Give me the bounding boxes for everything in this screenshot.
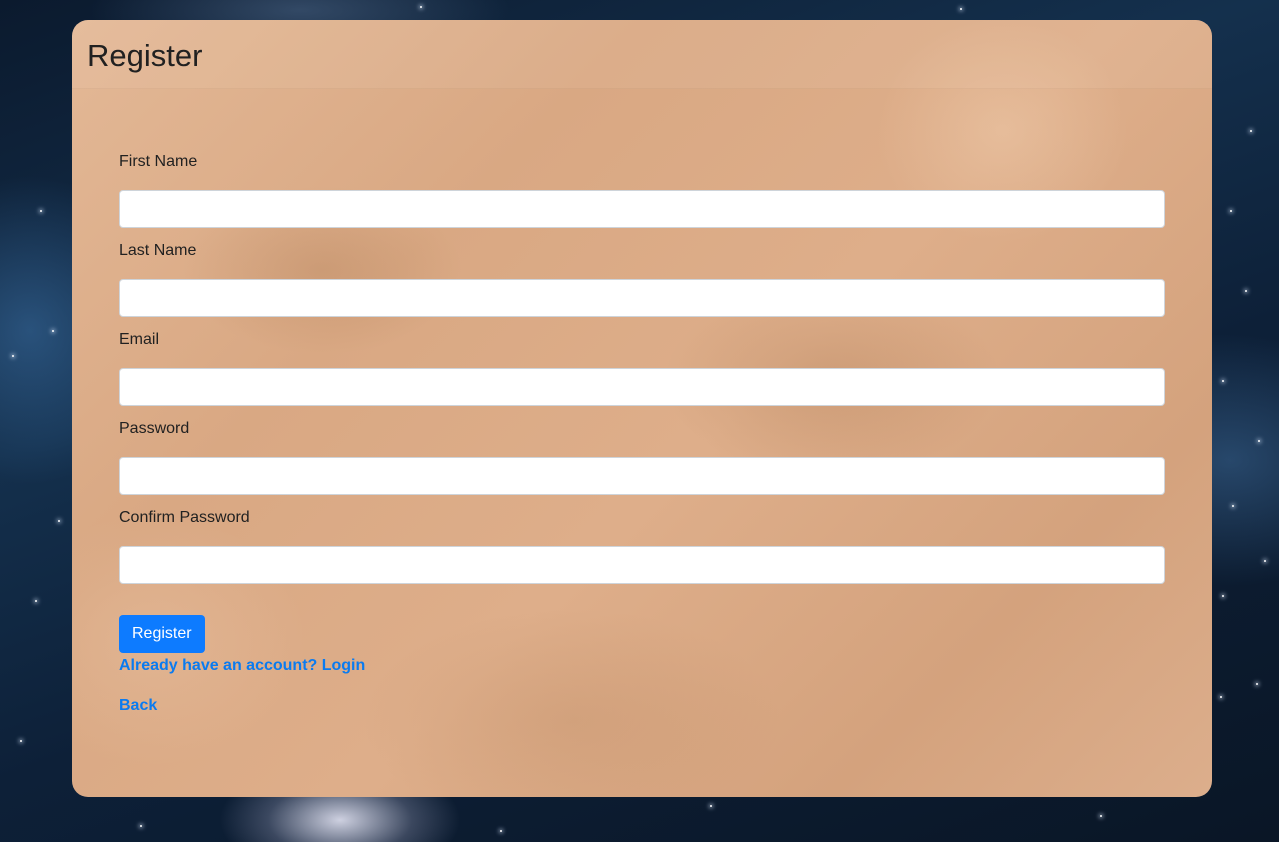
password-field-group: Password bbox=[119, 417, 1165, 495]
confirm-password-input[interactable] bbox=[119, 546, 1165, 584]
page-title: Register bbox=[87, 38, 203, 73]
star bbox=[1100, 815, 1102, 817]
register-form: First Name Last Name Email Password Conf… bbox=[119, 150, 1165, 595]
confirm-password-field-group: Confirm Password bbox=[119, 506, 1165, 584]
star bbox=[1222, 595, 1224, 597]
star bbox=[1220, 696, 1222, 698]
star bbox=[1264, 560, 1266, 562]
star bbox=[52, 330, 54, 332]
register-button[interactable]: Register bbox=[119, 615, 205, 653]
star bbox=[40, 210, 42, 212]
password-input[interactable] bbox=[119, 457, 1165, 495]
back-link[interactable]: Back bbox=[119, 696, 157, 716]
star bbox=[1245, 290, 1247, 292]
star bbox=[140, 825, 142, 827]
last-name-input[interactable] bbox=[119, 279, 1165, 317]
star bbox=[960, 8, 962, 10]
star bbox=[420, 6, 422, 8]
star bbox=[1230, 210, 1232, 212]
star bbox=[12, 355, 14, 357]
first-name-label: First Name bbox=[119, 153, 198, 170]
star bbox=[710, 805, 712, 807]
email-input[interactable] bbox=[119, 368, 1165, 406]
star bbox=[20, 740, 22, 742]
star bbox=[500, 830, 502, 832]
star bbox=[1232, 505, 1234, 507]
star bbox=[1250, 130, 1252, 132]
star bbox=[58, 520, 60, 522]
register-card: Register First Name Last Name Email Pass… bbox=[72, 20, 1212, 797]
last-name-field-group: Last Name bbox=[119, 239, 1165, 317]
star bbox=[1222, 380, 1224, 382]
star bbox=[1258, 440, 1260, 442]
email-field-group: Email bbox=[119, 328, 1165, 406]
first-name-field-group: First Name bbox=[119, 150, 1165, 228]
last-name-label: Last Name bbox=[119, 242, 197, 259]
star bbox=[35, 600, 37, 602]
star bbox=[1256, 683, 1258, 685]
password-label: Password bbox=[119, 420, 190, 437]
login-link[interactable]: Already have an account? Login bbox=[119, 656, 365, 676]
card-header: Register bbox=[72, 20, 1212, 89]
confirm-password-label: Confirm Password bbox=[119, 509, 250, 526]
first-name-input[interactable] bbox=[119, 190, 1165, 228]
email-label: Email bbox=[119, 331, 160, 348]
